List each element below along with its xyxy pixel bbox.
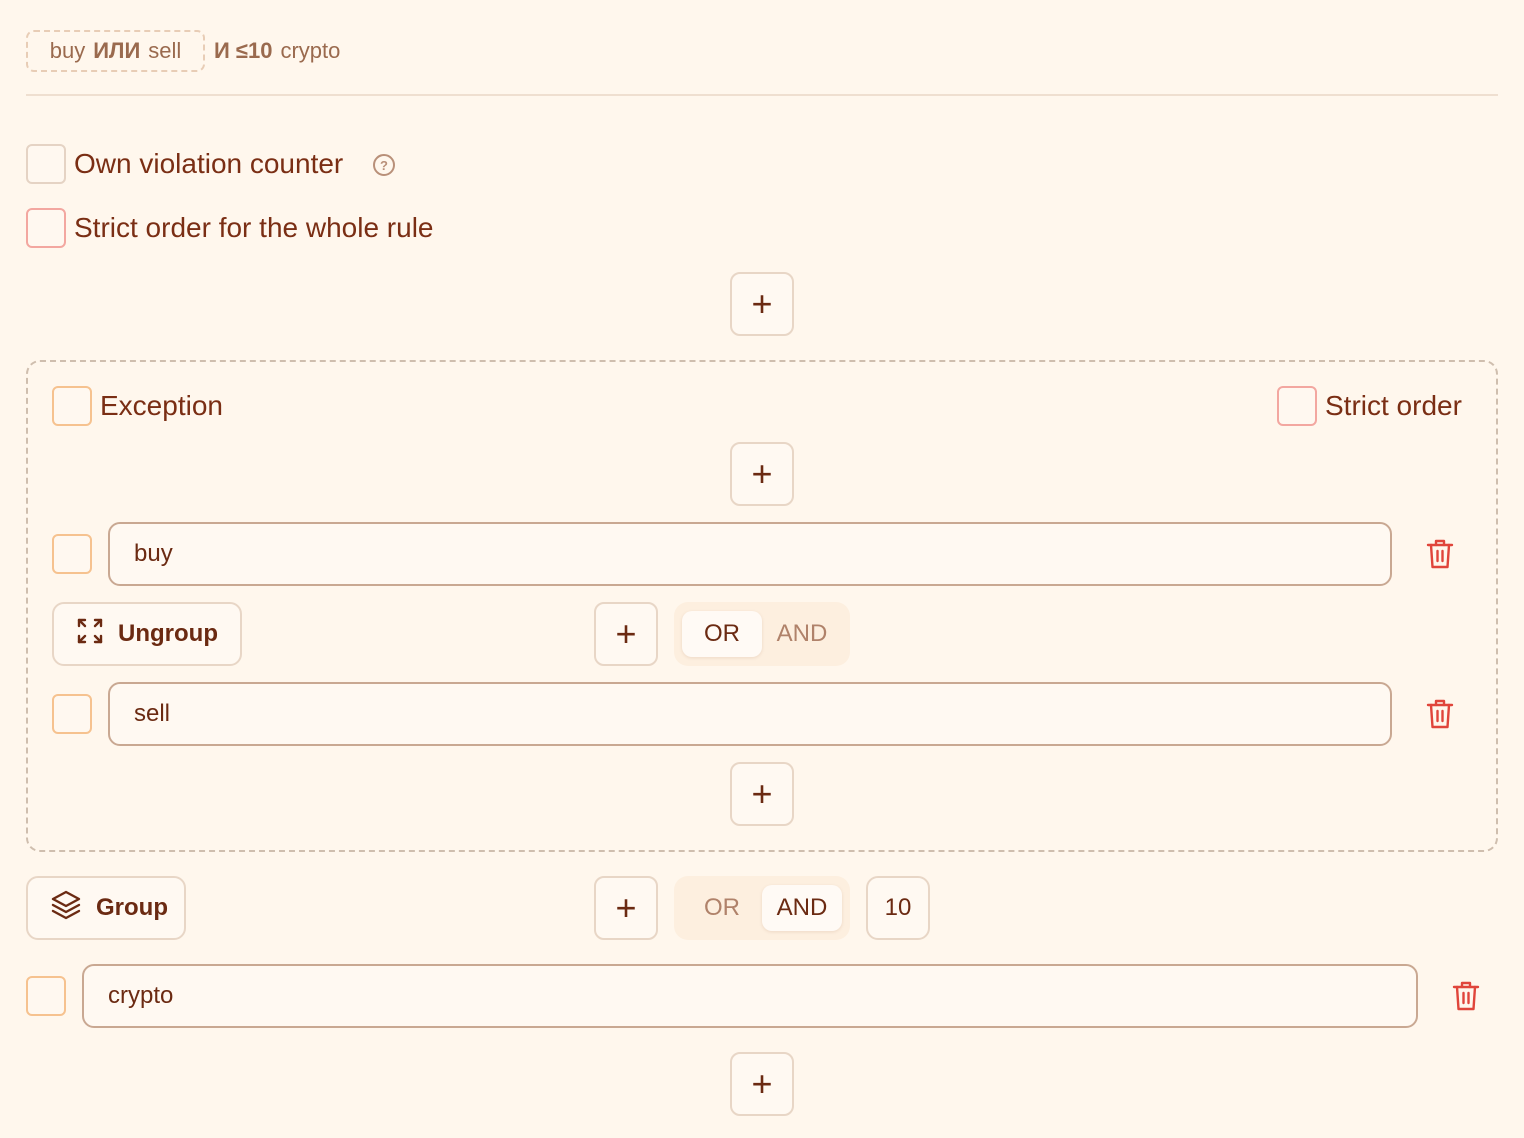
- summary-op-or: ИЛИ: [93, 38, 141, 63]
- strict-order-rule-checkbox[interactable]: [26, 208, 66, 248]
- summary-term-buy: buy: [49, 38, 86, 63]
- add-item-button[interactable]: +: [730, 762, 794, 826]
- exception-checkbox[interactable]: [52, 386, 92, 426]
- plus-icon: +: [751, 1063, 773, 1104]
- add-item-button[interactable]: +: [594, 602, 658, 666]
- term-value: crypto: [108, 982, 174, 1009]
- trash-icon[interactable]: [1424, 538, 1456, 570]
- term-input-crypto[interactable]: crypto: [82, 964, 1418, 1028]
- question-circle-icon[interactable]: ?: [373, 154, 395, 176]
- exception-label: Exception: [100, 390, 223, 421]
- add-item-button[interactable]: +: [594, 876, 658, 940]
- summary-group-chip[interactable]: buy ИЛИ sell: [26, 30, 205, 72]
- own-violation-counter-checkbox[interactable]: [26, 144, 66, 184]
- strict-order-checkbox[interactable]: [1277, 386, 1317, 426]
- term-value: buy: [134, 540, 173, 567]
- add-item-button[interactable]: +: [730, 442, 794, 506]
- term-value: sell: [134, 700, 171, 727]
- or-and-toggle[interactable]: OR AND: [674, 876, 850, 940]
- ungroup-label: Ungroup: [118, 620, 218, 647]
- term-input-sell[interactable]: sell: [108, 682, 1392, 746]
- group-button[interactable]: Group: [26, 876, 186, 940]
- term-checkbox-sell[interactable]: [52, 694, 92, 734]
- add-item-button[interactable]: +: [730, 272, 794, 336]
- or-and-toggle[interactable]: OR AND: [674, 602, 850, 666]
- plus-icon: +: [751, 773, 773, 814]
- divider: [26, 94, 1498, 96]
- toggle-and[interactable]: AND: [762, 611, 842, 657]
- plus-icon: +: [751, 283, 773, 324]
- toggle-or[interactable]: OR: [682, 611, 762, 657]
- group-label: Group: [96, 894, 168, 921]
- term-input-buy[interactable]: buy: [108, 522, 1392, 586]
- distance-count-input[interactable]: 10: [866, 876, 930, 940]
- add-item-button[interactable]: +: [730, 1052, 794, 1116]
- layers-icon: [50, 889, 82, 928]
- plus-icon: +: [615, 613, 637, 654]
- summary-term-sell: sell: [148, 38, 182, 63]
- plus-icon: +: [751, 453, 773, 494]
- trash-icon[interactable]: [1450, 980, 1482, 1012]
- trash-icon[interactable]: [1424, 698, 1456, 730]
- term-checkbox-crypto[interactable]: [26, 976, 66, 1016]
- expand-arrows-icon: [76, 617, 104, 652]
- summary-op-and: И ≤10: [214, 38, 273, 63]
- summary-rest: И ≤10 crypto: [214, 30, 340, 72]
- toggle-or[interactable]: OR: [682, 885, 762, 931]
- toggle-and[interactable]: AND: [762, 885, 842, 931]
- ungroup-button[interactable]: Ungroup: [52, 602, 242, 666]
- strict-order-rule-label: Strict order for the whole rule: [74, 212, 434, 243]
- plus-icon: +: [615, 887, 637, 928]
- strict-order-label: Strict order: [1325, 390, 1462, 421]
- term-checkbox-buy[interactable]: [52, 534, 92, 574]
- summary-term-crypto: crypto: [280, 38, 341, 63]
- own-violation-counter-label: Own violation counter: [74, 148, 344, 179]
